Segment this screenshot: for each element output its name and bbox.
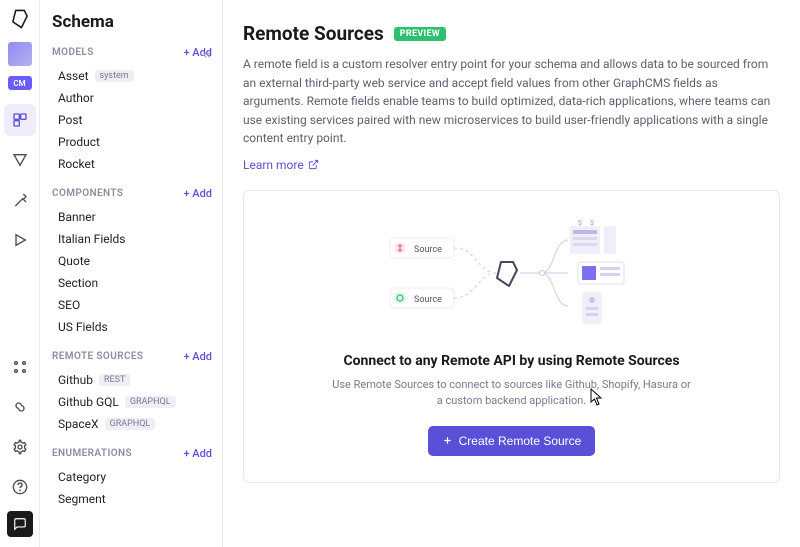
- plus-icon: [442, 435, 453, 446]
- sidebar-item-segment[interactable]: Segment: [52, 488, 212, 510]
- section-title: ENUMERATIONS: [52, 448, 132, 459]
- project-badge[interactable]: CM: [8, 76, 32, 90]
- nav-settings-icon[interactable]: [4, 431, 36, 463]
- svg-text:$: $: [590, 220, 594, 227]
- sidebar-item-spacex[interactable]: SpaceXGRAPHQL: [52, 413, 212, 435]
- preview-badge: PREVIEW: [394, 27, 446, 41]
- section-title: COMPONENTS: [52, 188, 123, 199]
- sidebar: Schema MODELS Add Assetsystem Author Pos…: [40, 0, 223, 547]
- section-title: MODELS: [52, 47, 94, 58]
- nav-schema-icon[interactable]: [4, 104, 36, 136]
- tag-rest: REST: [99, 374, 130, 386]
- sidebar-item-rocket[interactable]: Rocket: [52, 153, 212, 175]
- section-head-models: MODELS Add: [52, 46, 212, 59]
- collapse-sidebar-icon[interactable]: [198, 46, 216, 64]
- illustration: Source Source: [266, 215, 757, 335]
- sidebar-item-quote[interactable]: Quote: [52, 250, 212, 272]
- sidebar-item-github-gql[interactable]: Github GQLGRAPHQL: [52, 391, 212, 413]
- create-remote-source-button[interactable]: Create Remote Source: [428, 426, 596, 456]
- nav-apps-icon[interactable]: [4, 351, 36, 383]
- sidebar-item-section[interactable]: Section: [52, 272, 212, 294]
- add-enumeration-button[interactable]: Add: [183, 447, 212, 460]
- add-component-button[interactable]: Add: [183, 187, 212, 200]
- section-head-remote: REMOTE SOURCES Add: [52, 350, 212, 363]
- sidebar-item-seo[interactable]: SEO: [52, 294, 212, 316]
- sidebar-item-asset[interactable]: Assetsystem: [52, 65, 212, 87]
- avatar[interactable]: [8, 42, 32, 66]
- section-title: REMOTE SOURCES: [52, 351, 143, 362]
- svg-text:$: $: [578, 220, 582, 227]
- sidebar-item-italian-fields[interactable]: Italian Fields: [52, 228, 212, 250]
- sidebar-item-product[interactable]: Product: [52, 131, 212, 153]
- tag-graphql: GRAPHQL: [125, 396, 176, 408]
- sidebar-item-github[interactable]: GithubREST: [52, 369, 212, 391]
- nav-help-icon[interactable]: [4, 471, 36, 503]
- sidebar-item-category[interactable]: Category: [52, 466, 212, 488]
- source-label: Source: [414, 295, 442, 305]
- card-subtext: Use Remote Sources to connect to sources…: [332, 377, 692, 410]
- main-content: Remote Sources PREVIEW A remote field is…: [223, 0, 800, 547]
- section-head-components: COMPONENTS Add: [52, 187, 212, 200]
- tag-system: system: [95, 70, 134, 82]
- sidebar-item-banner[interactable]: Banner: [52, 206, 212, 228]
- sidebar-item-author[interactable]: Author: [52, 87, 212, 109]
- nav-chat-icon[interactable]: [7, 511, 33, 537]
- page-title: Remote Sources: [243, 22, 384, 45]
- source-label: Source: [414, 245, 442, 255]
- sidebar-title: Schema: [52, 12, 212, 32]
- learn-more-link[interactable]: Learn more: [243, 158, 319, 172]
- nav-webhooks-icon[interactable]: [4, 391, 36, 423]
- external-link-icon: [308, 159, 319, 170]
- nav-playground-icon[interactable]: [4, 224, 36, 256]
- card-heading: Connect to any Remote API by using Remot…: [266, 353, 757, 369]
- add-remote-button[interactable]: Add: [183, 350, 212, 363]
- section-head-enumerations: ENUMERATIONS Add: [52, 447, 212, 460]
- empty-state-card: Source Source: [243, 190, 780, 483]
- sidebar-item-us-fields[interactable]: US Fields: [52, 316, 212, 338]
- page-description: A remote field is a custom resolver entr…: [243, 55, 780, 148]
- nav-content-icon[interactable]: [4, 144, 36, 176]
- icon-rail: CM: [0, 0, 40, 547]
- nav-assets-icon[interactable]: [4, 184, 36, 216]
- tag-graphql: GRAPHQL: [105, 418, 156, 430]
- sidebar-item-post[interactable]: Post: [52, 109, 212, 131]
- logo-icon: [9, 8, 31, 30]
